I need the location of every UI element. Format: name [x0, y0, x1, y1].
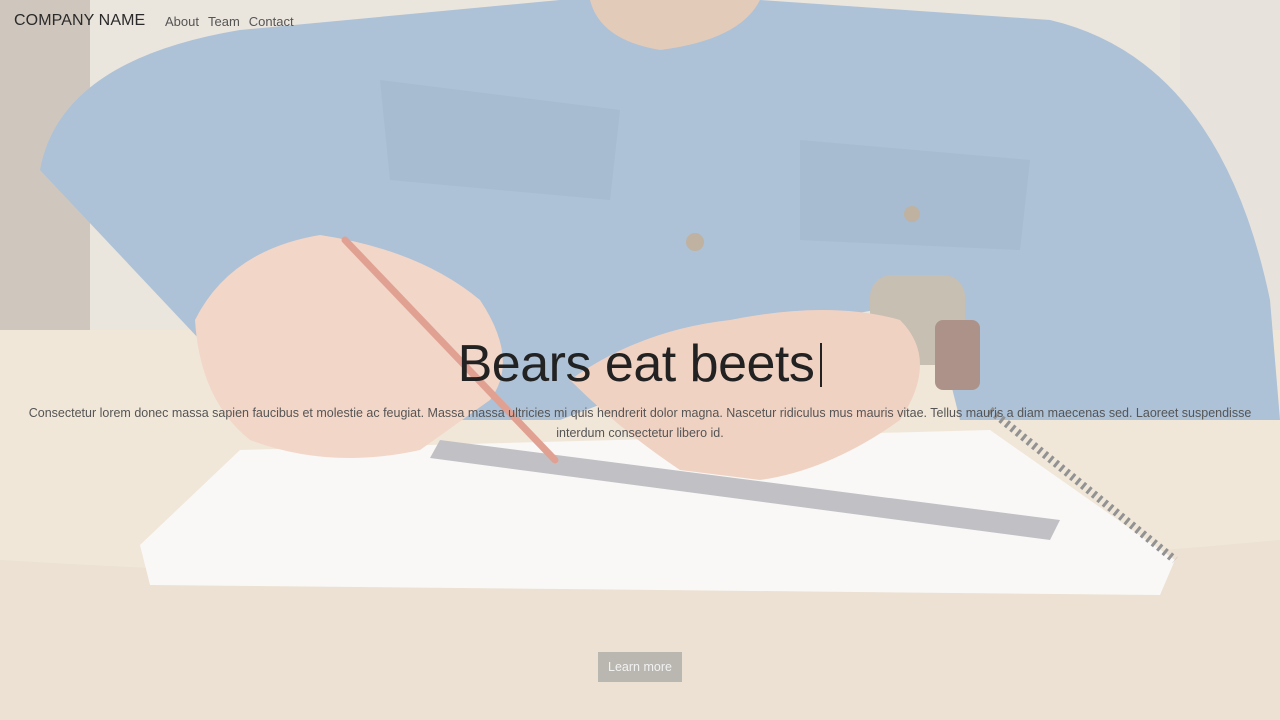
- nav-links: About Team Contact: [165, 14, 303, 29]
- hero-lead-text: Consectetur lorem donec massa sapien fau…: [28, 406, 1252, 440]
- nav-link-about[interactable]: About: [165, 14, 199, 29]
- top-navigation: COMPANY NAME About Team Contact: [0, 0, 1280, 44]
- learn-more-button[interactable]: Learn more: [598, 652, 682, 682]
- nav-link-team[interactable]: Team: [208, 14, 240, 29]
- hero-headline-text: Bears eat beets: [457, 335, 815, 393]
- brand-logo-link[interactable]: COMPANY NAME: [14, 12, 145, 30]
- hero-section: COMPANY NAME About Team Contact Bears ea…: [0, 0, 1280, 720]
- hero-headline: Bears eat beets: [0, 332, 1280, 396]
- nav-link-contact[interactable]: Contact: [249, 14, 294, 29]
- typing-cursor: [820, 343, 823, 387]
